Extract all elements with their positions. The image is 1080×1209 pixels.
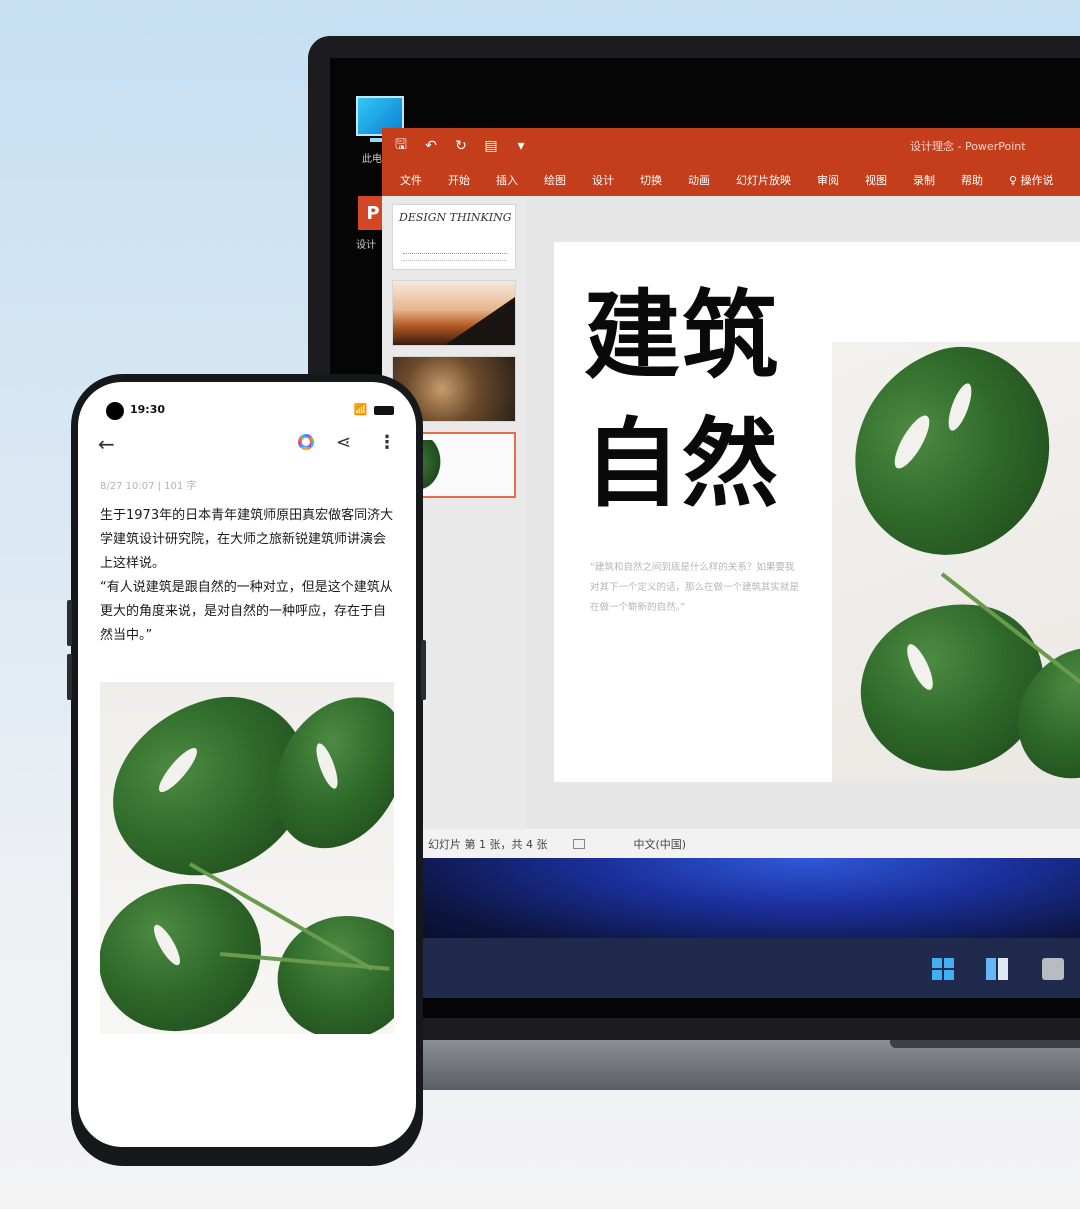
- note-meta: 8/27 10:07 | 101 字: [100, 481, 197, 492]
- more-options-icon[interactable]: ⋮: [378, 432, 396, 453]
- thumbnail-text-lines: [403, 253, 507, 261]
- customize-icon[interactable]: ▾: [510, 138, 532, 154]
- tab-design[interactable]: 设计: [592, 172, 614, 188]
- battery-icon: [374, 405, 394, 415]
- powerpoint-window: 🖫 ↶ ↻ ▤ ▾ 设计理念 - PowerPoint 文件 开始 插入 绘图 …: [382, 128, 1080, 858]
- slide-thumbnail-2[interactable]: [392, 280, 516, 346]
- laptop-hinge: [890, 1040, 1080, 1048]
- title-bar: 🖫 ↶ ↻ ▤ ▾ 设计理念 - PowerPoint: [382, 128, 1080, 164]
- desktop-icon-label: 此电: [362, 154, 382, 165]
- back-arrow-icon[interactable]: ←: [98, 432, 115, 456]
- tab-draw[interactable]: 绘图: [544, 172, 566, 188]
- tell-me-search[interactable]: ♀ 操作说: [1009, 172, 1054, 188]
- color-palette-icon[interactable]: [298, 434, 314, 450]
- monstera-photo[interactable]: [823, 323, 1080, 801]
- slide-editor: 建筑 自然 “建筑和自然之间到底是什么样的关系？如果要我对其下一个定义的话，那么…: [526, 196, 1080, 829]
- phone-screen: 19:30 📶 ← ⋖ ⋮ 8/27 10:07 | 101 字 生于1973年…: [78, 382, 416, 1147]
- tab-view[interactable]: 视图: [865, 172, 887, 188]
- start-icon[interactable]: [932, 958, 954, 980]
- volume-button: [67, 600, 72, 646]
- power-button: [421, 640, 426, 700]
- app-title: 设计理念 - PowerPoint: [910, 140, 1026, 153]
- leaf-shape: [823, 323, 1080, 581]
- widgets-icon[interactable]: [1042, 958, 1064, 980]
- ribbon-tabs: 文件 开始 插入 绘图 设计 切换 动画 幻灯片放映 审阅 视图 录制 帮助 ♀…: [382, 164, 1080, 196]
- leaf-shape: [848, 587, 1056, 787]
- language-indicator[interactable]: 中文(中国): [633, 836, 686, 852]
- accessibility-icon[interactable]: [573, 838, 586, 849]
- tab-review[interactable]: 审阅: [817, 172, 839, 188]
- note-paragraph: “有人说建筑是跟自然的一种对立，但是这个建筑从更大的角度来说，是对自然的一种呼应…: [100, 580, 393, 643]
- status-bar: 幻灯片 第 1 张，共 4 张 中文(中国): [382, 829, 1080, 858]
- slide-title-line: 建筑: [584, 280, 780, 392]
- monstera-photo[interactable]: [100, 682, 394, 1034]
- taskbar: [382, 938, 1080, 998]
- desktop-icon-label: 设计: [356, 240, 376, 251]
- thumbnail-title: DESIGN THINKING: [399, 211, 512, 224]
- present-icon[interactable]: ▤: [480, 138, 502, 154]
- task-view-icon[interactable]: [986, 958, 1008, 980]
- tab-slideshow[interactable]: 幻灯片放映: [736, 172, 791, 188]
- note-body[interactable]: 生于1973年的日本青年建筑师原田真宏做客同济大学建筑设计研究院，在大师之旅新锐…: [100, 504, 398, 648]
- slide-title-line: 自然: [584, 408, 780, 520]
- tab-animations[interactable]: 动画: [688, 172, 710, 188]
- redo-icon[interactable]: ↻: [450, 138, 472, 154]
- slide-position: 幻灯片 第 1 张，共 4 张: [428, 837, 548, 851]
- slide-quote[interactable]: “建筑和自然之间到底是什么样的关系？如果要我对其下一个定义的话，那么在做一个建筑…: [590, 558, 800, 618]
- slide-canvas[interactable]: 建筑 自然 “建筑和自然之间到底是什么样的关系？如果要我对其下一个定义的话，那么…: [554, 242, 1080, 801]
- share-icon[interactable]: ⋖: [336, 432, 351, 453]
- tab-insert[interactable]: 插入: [496, 172, 518, 188]
- tab-file[interactable]: 文件: [400, 172, 422, 188]
- tab-transitions[interactable]: 切换: [640, 172, 662, 188]
- tab-help[interactable]: 帮助: [961, 172, 983, 188]
- slide-thumbnail-1[interactable]: DESIGN THINKING: [392, 204, 516, 270]
- front-camera: [106, 402, 124, 420]
- status-clock: 19:30: [130, 403, 166, 416]
- tab-home[interactable]: 开始: [448, 172, 470, 188]
- tell-me-label: 操作说: [1020, 174, 1054, 187]
- laptop-screen: 此电 P 设计 🖫 ↶ ↻ ▤ ▾ 设计理念 - PowerPoint 文件 开…: [330, 58, 1080, 1018]
- mountain-image: [445, 297, 515, 345]
- volume-button: [67, 654, 72, 700]
- undo-icon[interactable]: ↶: [420, 138, 442, 154]
- save-icon[interactable]: 🖫: [390, 134, 412, 158]
- lightbulb-icon: ♀: [1009, 174, 1021, 187]
- signal-icon: 📶: [353, 403, 368, 416]
- slide-title[interactable]: 建筑 自然: [584, 272, 824, 528]
- tab-record[interactable]: 录制: [913, 172, 935, 188]
- status-icons: 📶: [354, 403, 394, 416]
- note-paragraph: 生于1973年的日本青年建筑师原田真宏做客同济大学建筑设计研究院，在大师之旅新锐…: [100, 508, 394, 571]
